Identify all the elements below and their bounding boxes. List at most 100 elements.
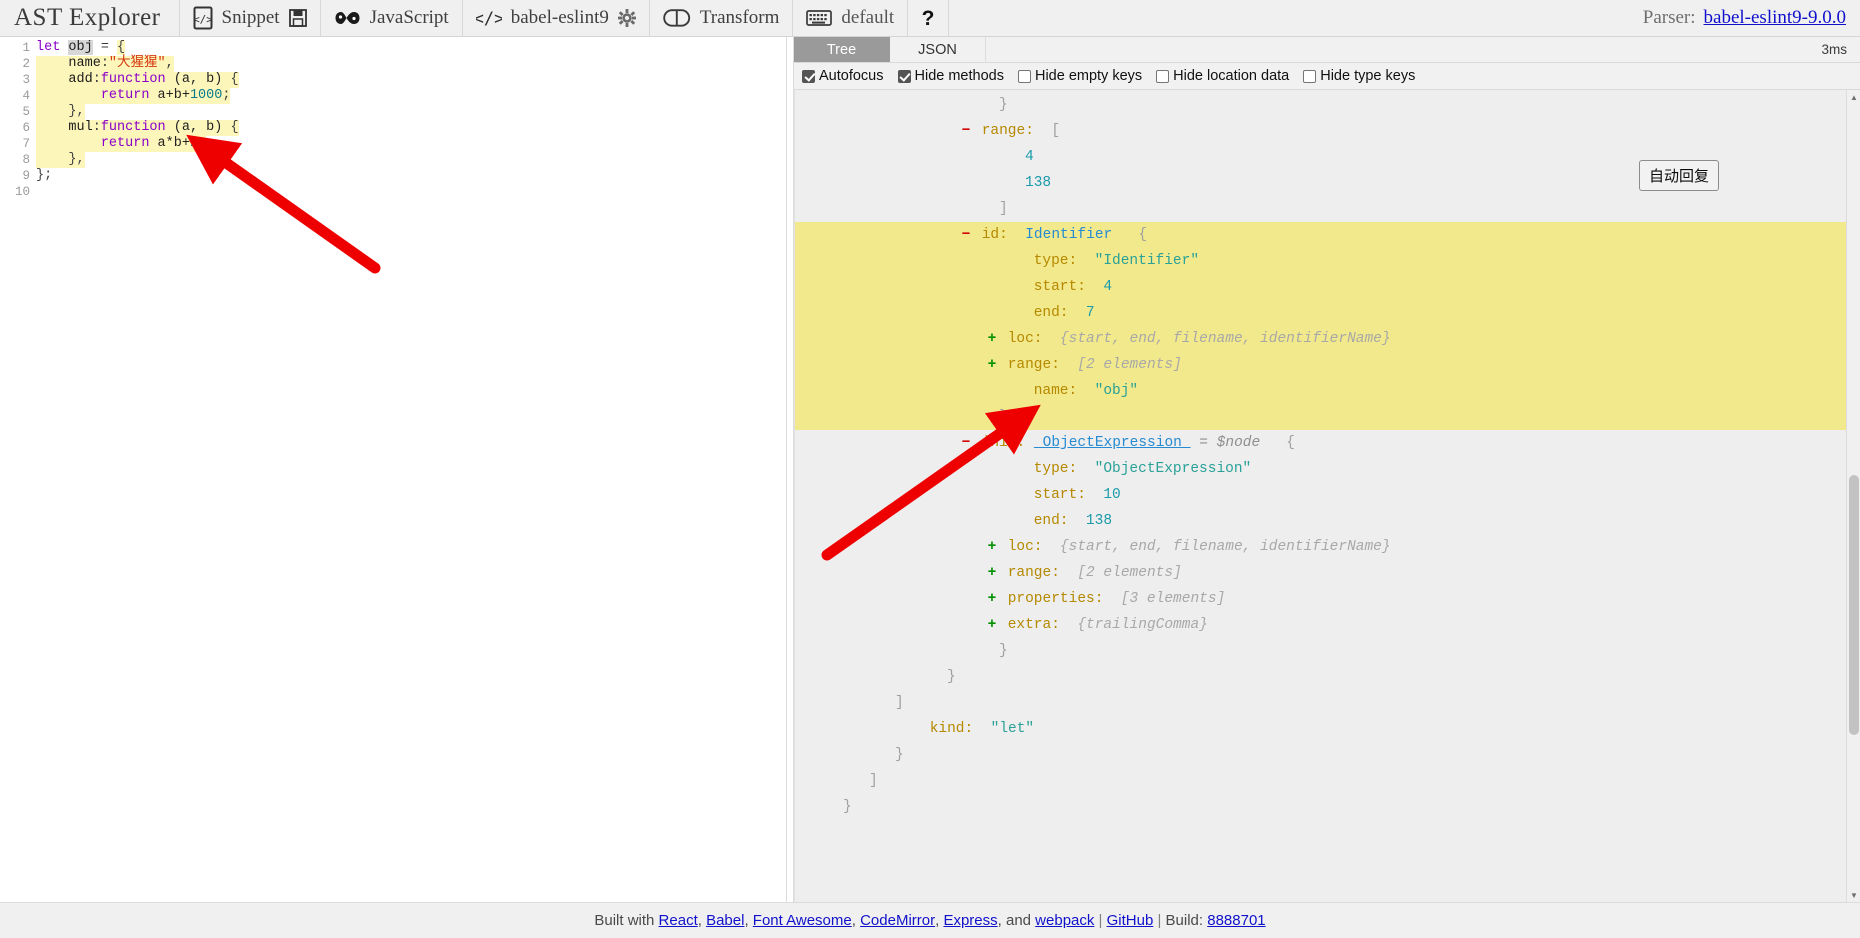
ast-row[interactable]: name: "obj": [795, 378, 1846, 404]
token-brace: {: [230, 120, 239, 135]
parser-version-link[interactable]: babel-eslint9-9.0.0: [1704, 7, 1846, 29]
footer-link-express[interactable]: Express: [943, 912, 997, 929]
ast-row[interactable]: − id: Identifier {: [795, 222, 1846, 248]
editor-line[interactable]: 8 },: [0, 152, 786, 168]
expand-toggle-icon[interactable]: +: [985, 586, 999, 612]
ast-row[interactable]: − range: [: [795, 118, 1846, 144]
footer-link-babel[interactable]: Babel: [706, 912, 744, 929]
ast-row[interactable]: }: [795, 742, 1846, 768]
ast-row[interactable]: type: "Identifier": [795, 248, 1846, 274]
keymap-label: default: [841, 7, 895, 28]
token-brace: {: [230, 72, 239, 87]
scroll-down-arrow[interactable]: ▼: [1847, 888, 1860, 902]
language-group[interactable]: JavaScript: [321, 0, 462, 37]
ast-row[interactable]: type: "ObjectExpression": [795, 456, 1846, 482]
tab-json[interactable]: JSON: [890, 37, 986, 62]
gear-icon[interactable]: [617, 9, 636, 27]
expand-toggle-icon[interactable]: +: [985, 326, 999, 352]
line-number: 6: [22, 121, 30, 135]
option-autofocus[interactable]: Autofocus: [802, 68, 884, 84]
expand-toggle-icon[interactable]: +: [985, 534, 999, 560]
editor-line[interactable]: 3 add:function (a, b) {: [0, 72, 786, 88]
ast-row[interactable]: start: 10: [795, 482, 1846, 508]
ast-row[interactable]: }: [795, 664, 1846, 690]
tab-tree[interactable]: Tree: [794, 37, 890, 62]
tree-scrollbar[interactable]: ▲ ▼: [1846, 90, 1860, 902]
collapse-toggle-icon[interactable]: −: [959, 430, 973, 456]
auto-reply-button[interactable]: 自动回复: [1639, 160, 1720, 191]
editor-line[interactable]: 4 return a+b+1000;: [0, 88, 786, 104]
ast-punctuation: ]: [869, 773, 878, 789]
editor-line[interactable]: 10: [0, 184, 786, 200]
pane-splitter[interactable]: [786, 37, 794, 902]
token-expression: a*b+: [149, 136, 190, 151]
footer-link-react[interactable]: React: [659, 912, 698, 929]
ast-row[interactable]: + loc: {start, end, filename, identifier…: [795, 326, 1846, 352]
ast-row[interactable]: − init: ObjectExpression = $node {: [795, 430, 1846, 456]
expand-toggle-icon[interactable]: +: [985, 560, 999, 586]
ast-row[interactable]: + extra: {trailingComma}: [795, 612, 1846, 638]
token-semicolon: ;: [198, 136, 207, 151]
checkbox-hide-type-keys[interactable]: [1303, 69, 1317, 83]
ast-row[interactable]: + properties: [3 elements]: [795, 586, 1846, 612]
footer-link-webpack[interactable]: webpack: [1035, 912, 1094, 929]
footer-link-github[interactable]: GitHub: [1107, 912, 1154, 929]
language-label: JavaScript: [369, 7, 449, 28]
editor-line[interactable]: 1 let obj = {: [0, 40, 786, 56]
question-mark-icon[interactable]: ?: [921, 7, 935, 29]
token-property: add: [68, 72, 93, 87]
ast-row[interactable]: + loc: {start, end, filename, identifier…: [795, 534, 1846, 560]
checkbox-autofocus[interactable]: [802, 69, 815, 83]
expand-toggle-icon[interactable]: +: [985, 352, 999, 378]
code-editor-pane[interactable]: 1 let obj = { 2 name:"大猩猩", 3 add:functi…: [0, 37, 786, 902]
ast-row[interactable]: }: [795, 92, 1846, 118]
ast-node-link[interactable]: ObjectExpression: [1034, 435, 1191, 451]
ast-tree-viewport[interactable]: } − range: [ 4 138 ] − id: Identifier { ty…: [794, 90, 1860, 902]
checkbox-hide-location-data[interactable]: [1156, 69, 1170, 83]
checkbox-hide-empty-keys[interactable]: [1017, 69, 1031, 83]
editor-line[interactable]: 5 },: [0, 104, 786, 120]
ast-row[interactable]: }: [795, 638, 1846, 664]
ast-row[interactable]: ]: [795, 196, 1846, 222]
help-group[interactable]: ?: [908, 0, 948, 37]
collapse-toggle-icon[interactable]: −: [959, 118, 973, 144]
parser-group[interactable]: </> babel-eslint9: [463, 0, 649, 37]
footer-build-link[interactable]: 8888701: [1207, 912, 1265, 929]
parser-prefix-label: Parser:: [1642, 7, 1696, 28]
editor-line[interactable]: 9 };: [0, 168, 786, 184]
footer-link-codemirror[interactable]: CodeMirror: [860, 912, 935, 929]
editor-line[interactable]: 6 mul:function (a, b) {: [0, 120, 786, 136]
option-hide-empty-keys[interactable]: Hide empty keys: [1017, 68, 1142, 84]
floppy-disk-icon[interactable]: [288, 8, 307, 28]
editor-line[interactable]: 7 return a*b+2;: [0, 136, 786, 152]
keymap-group[interactable]: default: [793, 0, 907, 37]
option-label: Hide methods: [914, 68, 1004, 84]
ast-row[interactable]: ]: [795, 690, 1846, 716]
option-hide-location-data[interactable]: Hide location data: [1156, 68, 1289, 84]
infinity-icon: [334, 8, 361, 28]
ast-tree[interactable]: } − range: [ 4 138 ] − id: Identifier { ty…: [795, 90, 1846, 902]
collapse-toggle-icon[interactable]: −: [959, 222, 973, 248]
ast-row[interactable]: + range: [2 elements]: [795, 560, 1846, 586]
ast-row[interactable]: }: [795, 794, 1846, 820]
scrollbar-thumb[interactable]: [1849, 475, 1859, 735]
ast-row[interactable]: ]: [795, 768, 1846, 794]
expand-toggle-icon[interactable]: +: [985, 612, 999, 638]
ast-row[interactable]: + range: [2 elements]: [795, 352, 1846, 378]
ast-row[interactable]: }: [795, 404, 1846, 430]
ast-row[interactable]: start: 4: [795, 274, 1846, 300]
scroll-up-arrow[interactable]: ▲: [1847, 90, 1860, 104]
toggle-icon[interactable]: [663, 8, 691, 28]
transform-group[interactable]: Transform: [650, 0, 793, 37]
ast-spacer: [933, 664, 947, 690]
checkbox-hide-methods[interactable]: [897, 69, 911, 83]
ast-row[interactable]: end: 138: [795, 508, 1846, 534]
snippet-group[interactable]: </> Snippet: [180, 0, 320, 37]
ast-row[interactable]: end: 7: [795, 300, 1846, 326]
option-hide-type-keys[interactable]: Hide type keys: [1303, 68, 1415, 84]
editor-line[interactable]: 2 name:"大猩猩",: [0, 56, 786, 72]
option-hide-methods[interactable]: Hide methods: [897, 68, 1004, 84]
ast-row[interactable]: kind: "let": [795, 716, 1846, 742]
footer-link-font-awesome[interactable]: Font Awesome: [753, 912, 852, 929]
